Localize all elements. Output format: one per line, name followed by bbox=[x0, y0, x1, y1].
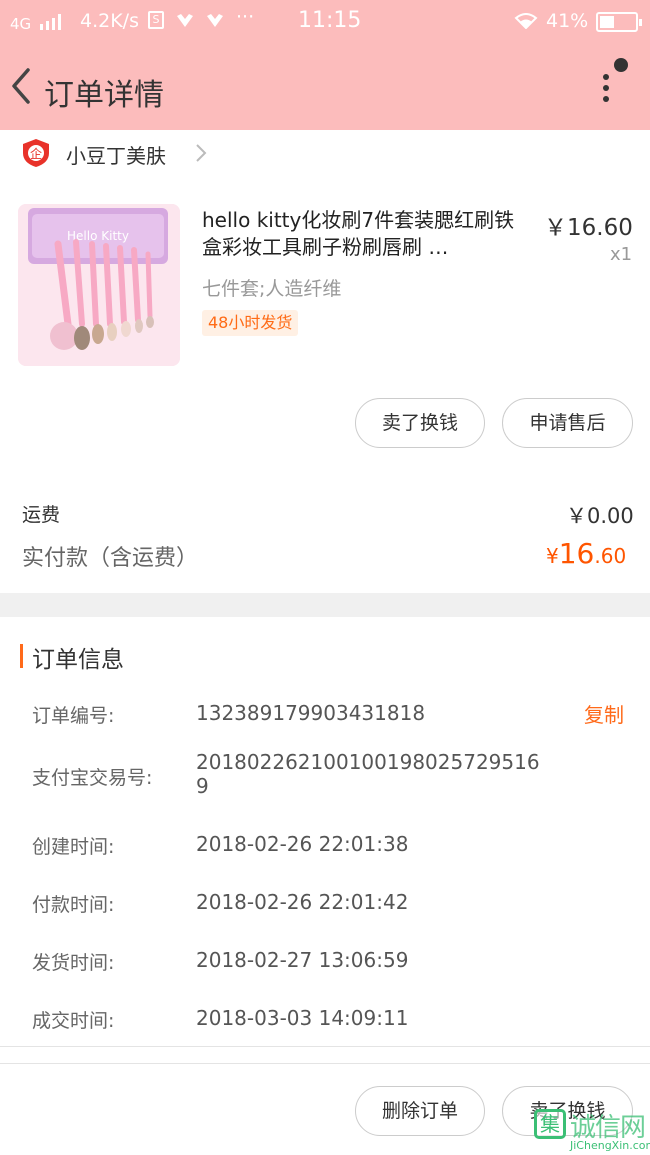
product-image[interactable]: Hello Kitty bbox=[18, 204, 180, 366]
back-arrow-icon[interactable] bbox=[8, 66, 36, 106]
battery-icon bbox=[596, 12, 642, 32]
watermark-glyph: 集 bbox=[534, 1109, 566, 1139]
product-quantity: x1 bbox=[610, 244, 633, 265]
watermark-logo: 集 诚信网 JiChengXin.com bbox=[530, 1105, 650, 1155]
product-price: ￥16.60 bbox=[544, 215, 633, 241]
alipay-trade-value: 2018022621001001980257295169 bbox=[196, 750, 540, 798]
alipay-trade-label: 支付宝交易号: bbox=[32, 767, 153, 789]
clock: 11:15 bbox=[298, 8, 362, 33]
network-speed: 4.2K/s bbox=[80, 10, 139, 32]
shipped-time-label: 发货时间: bbox=[32, 952, 115, 974]
order-info-title: 订单信息 bbox=[32, 647, 124, 673]
more-notifications: ··· bbox=[236, 6, 255, 28]
paid-amount-label: 实付款（含运费） bbox=[22, 546, 199, 571]
shop-row[interactable]: 企 小豆丁美肤 bbox=[0, 130, 650, 180]
battery-percent: 41% bbox=[546, 10, 589, 32]
wifi-icon bbox=[514, 12, 538, 30]
notification-dot bbox=[614, 58, 628, 72]
section-divider bbox=[0, 593, 650, 617]
paid-time-label: 付款时间: bbox=[32, 894, 115, 916]
created-time-value: 2018-02-26 22:01:38 bbox=[196, 832, 409, 856]
product-sku: 七件套;人造纤维 bbox=[202, 278, 342, 300]
divider bbox=[0, 1046, 650, 1047]
status-bar: 4G 4.2K/s S ··· 11:15 41% bbox=[0, 0, 650, 44]
shipping-badge: 48小时发货 bbox=[202, 310, 299, 336]
watermark-sub: JiChengXin.com bbox=[570, 1139, 650, 1152]
top-header: 4G 4.2K/s S ··· 11:15 41% 订单详情 bbox=[0, 0, 650, 130]
signal-icon bbox=[40, 14, 64, 30]
section-accent-bar bbox=[20, 644, 23, 668]
chevron-right-icon bbox=[194, 142, 208, 164]
shipping-fee-label: 运费 bbox=[22, 504, 61, 526]
shop-name[interactable]: 小豆丁美肤 bbox=[66, 140, 166, 169]
more-menu-icon[interactable] bbox=[596, 68, 620, 108]
paid-amount-value: ¥16.60 bbox=[546, 537, 627, 570]
copy-button[interactable]: 复制 bbox=[584, 699, 624, 728]
delete-order-button[interactable]: 删除订单 bbox=[355, 1086, 485, 1136]
order-number-label: 订单编号: bbox=[32, 705, 115, 727]
paid-time-value: 2018-02-26 22:01:42 bbox=[196, 890, 409, 914]
notification-icon bbox=[206, 12, 224, 28]
svg-text:企: 企 bbox=[30, 146, 42, 161]
notification-icon bbox=[176, 12, 194, 28]
shipped-time-value: 2018-02-27 13:06:59 bbox=[196, 948, 409, 972]
title-bar: 订单详情 bbox=[0, 44, 650, 130]
page-title: 订单详情 bbox=[44, 78, 164, 113]
product-title[interactable]: hello kitty化妆刷7件套装腮红刷铁盒彩妆工具刷子粉刷唇刷 … bbox=[202, 207, 532, 263]
completed-time-value: 2018-03-03 14:09:11 bbox=[196, 1006, 409, 1030]
sell-button[interactable]: 卖了换钱 bbox=[355, 398, 485, 448]
network-type: 4G bbox=[10, 15, 32, 33]
sim-icon: S bbox=[148, 11, 164, 29]
created-time-label: 创建时间: bbox=[32, 836, 115, 858]
order-number-value: 132389179903431818 bbox=[196, 701, 426, 725]
completed-time-label: 成交时间: bbox=[32, 1010, 115, 1032]
after-sale-button[interactable]: 申请售后 bbox=[502, 398, 633, 448]
shop-badge-icon: 企 bbox=[22, 138, 50, 168]
shipping-fee-value: ￥0.00 bbox=[566, 504, 634, 528]
